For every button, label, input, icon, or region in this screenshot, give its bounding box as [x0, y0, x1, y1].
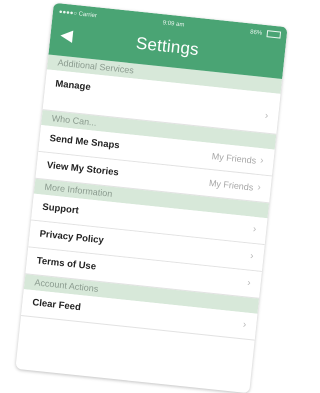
- row-accessory: ›: [263, 93, 271, 133]
- carrier-label: ●●●●○ Carrier: [58, 9, 98, 20]
- chevron-right-icon: ›: [259, 155, 265, 167]
- row-accessory: ›: [241, 312, 247, 338]
- row-accessory: My Friends ›: [210, 143, 264, 174]
- chevron-right-icon: ›: [249, 250, 255, 262]
- chevron-right-icon: ›: [256, 182, 262, 194]
- settings-list: Additional Services Manage › Who Can... Send…: [20, 54, 283, 341]
- chevron-right-icon: ›: [264, 110, 269, 122]
- row-accessory: My Friends ›: [208, 170, 262, 201]
- chevron-right-icon: ›: [252, 223, 257, 236]
- row-accessory: ›: [246, 271, 252, 297]
- chevron-right-icon: ›: [242, 319, 247, 331]
- row-value: My Friends: [211, 151, 257, 166]
- clock-label: 9:09 am: [162, 20, 185, 29]
- phone-screen: ●●●●○ Carrier 9:09 am 86% ◀ Settings Add…: [15, 2, 288, 393]
- battery-indicator: 86%: [249, 29, 282, 40]
- row-label: Clear Feed: [31, 297, 82, 314]
- battery-label: 86%: [249, 29, 263, 38]
- battery-icon: [266, 30, 282, 40]
- row-accessory: ›: [252, 217, 258, 243]
- row-label: Manage: [54, 78, 92, 93]
- chevron-right-icon: ›: [246, 277, 252, 289]
- row-accessory: ›: [249, 244, 255, 270]
- row-label: Support: [41, 201, 80, 217]
- row-value: My Friends: [208, 177, 254, 193]
